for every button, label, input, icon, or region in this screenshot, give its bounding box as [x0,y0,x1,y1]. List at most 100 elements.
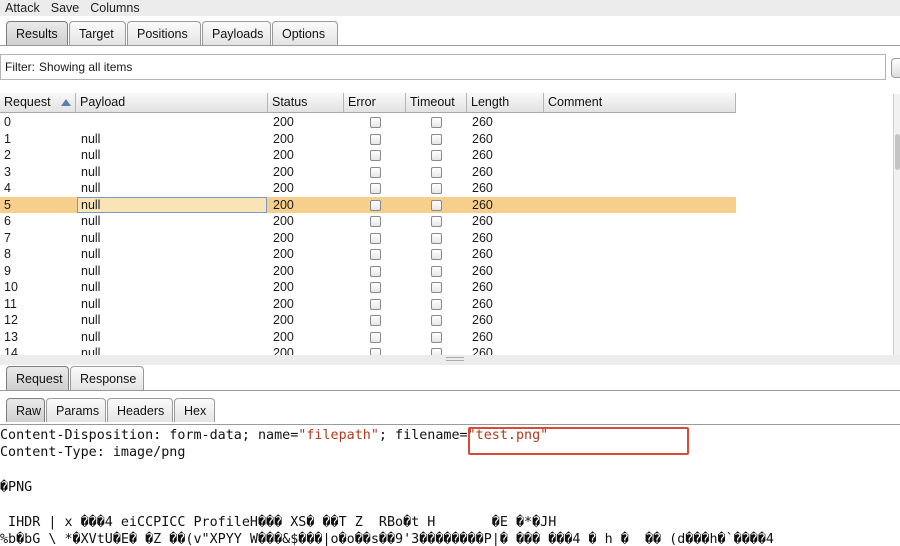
table-row[interactable]: 12 null 200 260 [0,312,736,329]
menu-save[interactable]: Save [46,1,86,15]
table-row[interactable]: 9 null 200 260 [0,263,736,280]
payload-cell: null [81,263,101,278]
column-header-comment[interactable]: Comment [544,93,736,113]
tab-request[interactable]: Request [6,366,69,390]
table-row[interactable]: 13 null 200 260 [0,329,736,346]
error-checkbox [370,265,381,277]
request-cell: 11 [4,296,17,311]
tab-raw-label: Raw [16,403,42,418]
tab-params[interactable]: Params [46,398,106,422]
status-cell: 200 [273,115,294,129]
table-scrollbar[interactable] [893,94,900,356]
timeout-checkbox [431,150,442,161]
tab-hex[interactable]: Hex [174,398,215,422]
timeout-checkbox [431,216,442,227]
table-row[interactable]: 4 null 200 260 [0,180,736,197]
tab-response-label: Response [80,371,137,386]
timeout-checkbox [431,232,442,244]
length-cell: 260 [472,164,493,179]
timeout-checkbox [431,298,442,310]
table-scrollbar-thumb[interactable] [895,134,900,170]
tab-target[interactable]: Target [69,21,126,45]
request-cell: 14 [4,346,18,355]
timeout-checkbox [431,315,442,326]
error-checkbox [370,315,381,326]
filter-label: Filter: [5,60,35,74]
attack-tabs: Results Target Positions Payloads Option… [6,21,339,45]
table-row[interactable]: 5 null 200 260 [0,196,736,213]
column-header-request[interactable]: Request [0,93,76,113]
table-row[interactable]: 2 null 200 260 [0,147,736,164]
status-cell: 200 [273,296,294,311]
payload-cell: null [81,313,101,327]
column-header-comment-label: Comment [548,95,603,109]
menu-attack[interactable]: Attack [0,1,46,15]
timeout-checkbox [431,199,442,211]
request-cell: 1 [4,131,11,146]
length-cell: 260 [472,247,493,261]
menu-columns[interactable]: Columns [85,1,145,15]
status-cell: 200 [273,329,294,344]
table-row[interactable]: 7 null 200 260 [0,230,736,247]
table-row[interactable]: 11 null 200 260 [0,296,736,313]
payload-cell: null [81,131,101,146]
table-row[interactable]: 6 null 200 260 [0,213,736,230]
menu-bar: Attack Save Columns [0,0,900,16]
request-cell: 2 [4,148,11,162]
filter-help-button[interactable] [891,58,900,78]
length-cell: 260 [472,296,493,311]
error-checkbox [370,348,381,355]
request-cell: 5 [4,197,11,212]
error-checkbox [370,199,381,211]
error-checkbox [370,150,381,161]
column-header-length[interactable]: Length [467,93,544,113]
column-header-timeout[interactable]: Timeout [406,93,467,113]
length-cell: 260 [472,346,493,355]
length-cell: 260 [472,181,493,195]
table-row[interactable]: 3 null 200 260 [0,164,736,181]
splitter-grip-icon[interactable] [446,357,464,361]
payload-cell: null [81,214,101,228]
table-row[interactable]: 1 null 200 260 [0,131,736,148]
filter-bar[interactable]: Filter: Showing all items [0,54,886,80]
timeout-checkbox [431,183,442,194]
timeout-checkbox [431,166,442,178]
column-header-error[interactable]: Error [344,93,406,113]
raw-request-editor[interactable]: Content-Disposition: form-data; name="fi… [0,424,900,546]
status-cell: 200 [273,230,294,245]
length-cell: 260 [472,263,493,278]
table-header: Request Payload Status Error Timeout Len… [0,93,736,113]
column-header-payload[interactable]: Payload [76,93,268,113]
status-cell: 200 [273,280,294,294]
tab-options[interactable]: Options [272,21,338,45]
status-cell: 200 [273,181,294,195]
request-cell: 10 [4,280,18,294]
payload-cell: null [81,148,101,162]
table-row[interactable]: 8 null 200 260 [0,246,736,263]
column-header-payload-label: Payload [80,95,126,109]
length-cell: 260 [472,214,493,228]
tab-params-label: Params [56,403,100,418]
payload-cell: null [77,196,267,213]
column-header-status[interactable]: Status [268,93,344,113]
timeout-checkbox [431,133,442,145]
editor-text: filename= [395,428,468,443]
timeout-checkbox [431,331,442,343]
payload-cell: null [81,280,101,294]
length-cell: 260 [472,148,493,162]
length-cell: 260 [472,313,493,327]
table-row[interactable]: 14 null 200 260 [0,345,736,355]
tab-headers[interactable]: Headers [107,398,173,422]
payload-cell: null [81,346,101,355]
tab-response[interactable]: Response [70,366,144,390]
timeout-checkbox [431,249,442,260]
table-row[interactable]: 0 200 260 [0,114,736,131]
table-row[interactable]: 10 null 200 260 [0,279,736,296]
tab-raw[interactable]: Raw [6,398,45,422]
status-cell: 200 [273,247,294,261]
request-cell: 9 [4,263,11,278]
tab-results[interactable]: Results [6,21,68,45]
editor-text: Content-Disposition: form-data; name= [0,428,299,443]
tab-positions[interactable]: Positions [127,21,201,45]
tab-payloads[interactable]: Payloads [202,21,271,45]
